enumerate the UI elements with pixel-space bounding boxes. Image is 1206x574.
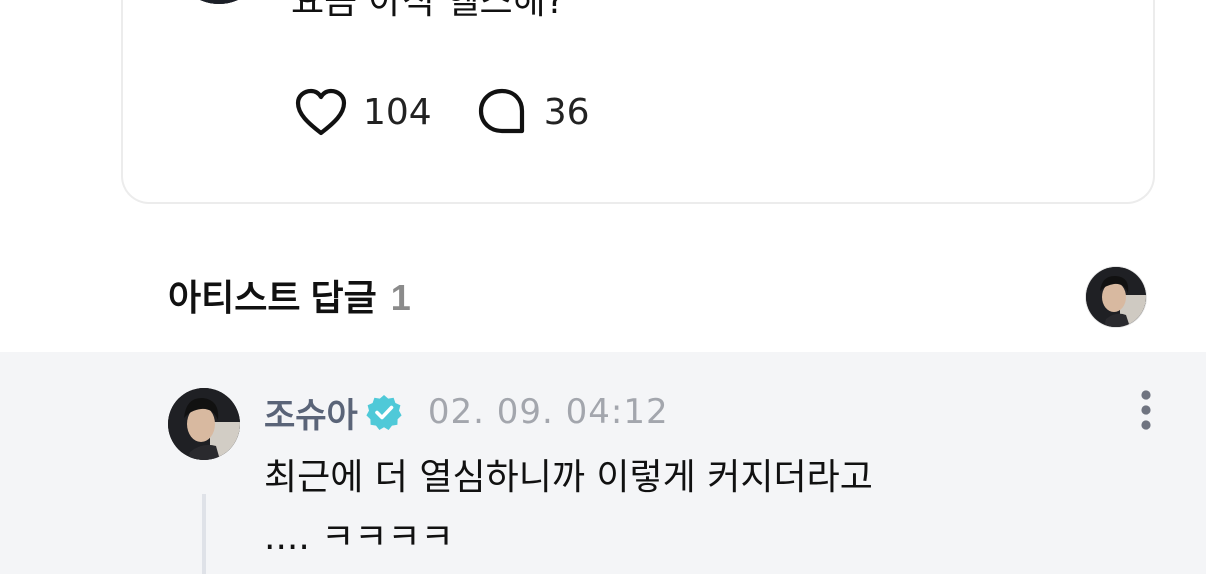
more-vertical-icon <box>1140 390 1152 434</box>
artist-replies-heading: 아티스트 답글 1 <box>168 272 411 324</box>
verified-badge-icon <box>364 392 404 432</box>
speech-bubble-icon <box>474 84 530 140</box>
thread-line <box>202 494 206 574</box>
like-count: 104 <box>363 91 432 133</box>
heart-outline-icon <box>293 84 349 140</box>
reply-text-line-2: .... ㅋㅋㅋㅋ <box>264 517 454 558</box>
post-text: 요즘 아직 헬스해? <box>291 0 565 22</box>
post-card: 요즘 아직 헬스해? 104 36 <box>121 0 1155 204</box>
more-options-button[interactable] <box>1128 388 1164 436</box>
reply-author-name[interactable]: 조슈아 <box>264 388 358 437</box>
reply-text: 최근에 더 열심하니까 이렇게 커지더라고 .... ㅋㅋㅋㅋ <box>264 448 1124 568</box>
reply-author-avatar[interactable] <box>168 388 240 460</box>
comment-button[interactable]: 36 <box>474 84 590 140</box>
like-button[interactable]: 104 <box>293 84 432 140</box>
artist-replies-title: 아티스트 답글 <box>168 277 377 318</box>
artist-replies-count: 1 <box>390 277 411 318</box>
artist-reply: 조슈아 02. 09. 04:12 최근에 더 열심하니까 이렇게 커지더라고 … <box>0 352 1206 574</box>
reply-meta: 조슈아 02. 09. 04:12 <box>264 386 669 438</box>
artist-avatar[interactable] <box>1086 267 1146 327</box>
reply-timestamp: 02. 09. 04:12 <box>427 392 669 432</box>
reply-text-line-1: 최근에 더 열심하니까 이렇게 커지더라고 <box>264 457 873 498</box>
post-actions: 104 36 <box>293 84 590 140</box>
comment-count: 36 <box>543 91 590 133</box>
post-author-avatar[interactable] <box>173 0 265 4</box>
